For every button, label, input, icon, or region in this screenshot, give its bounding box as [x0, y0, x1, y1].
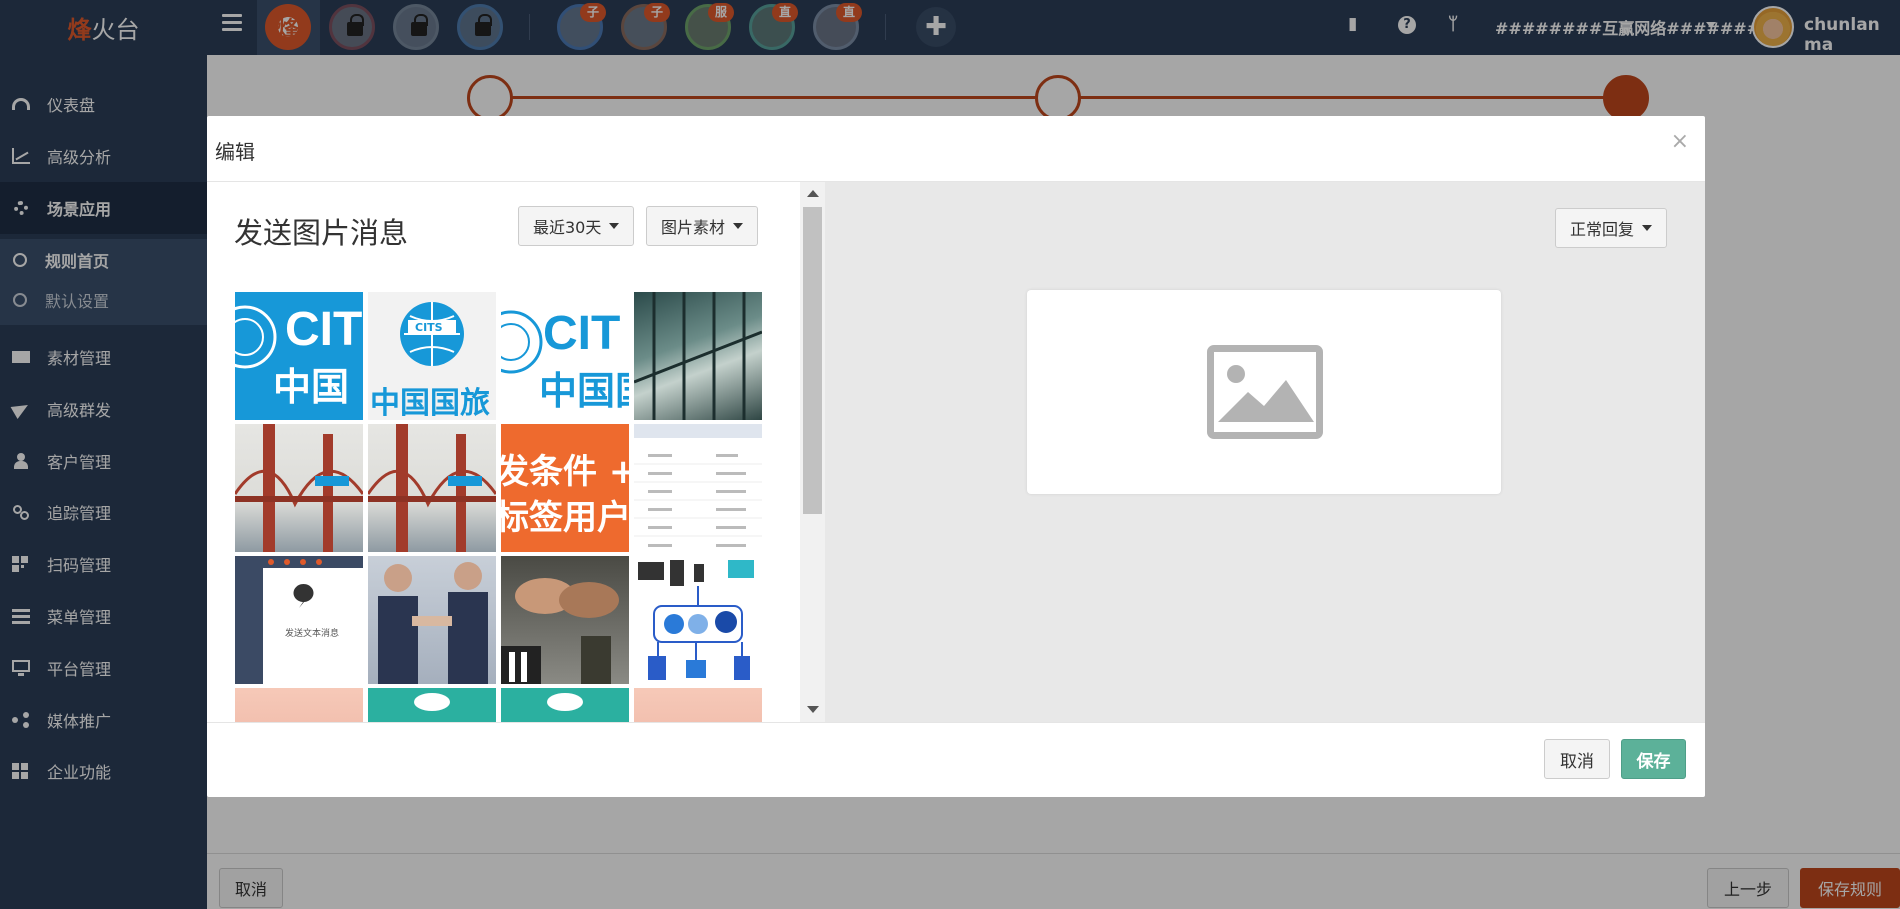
reply-mode-dropdown[interactable]: 正常回复	[1555, 208, 1668, 248]
thumbnail-text: 中国	[273, 365, 350, 409]
image-thumbnail[interactable]	[634, 424, 762, 552]
image-thumbnail[interactable]	[634, 688, 762, 722]
save-button[interactable]: 保存	[1621, 739, 1686, 779]
divider	[207, 722, 1705, 723]
bridge-image	[368, 424, 496, 552]
fists-photo	[501, 578, 619, 684]
thumbnail-text: 中国国	[539, 369, 629, 413]
pane-title: 发送图片消息	[234, 216, 409, 250]
handshake-photo	[378, 562, 488, 684]
thumbnail-text: 中国国旅	[370, 386, 490, 420]
image-thumbnail[interactable]: CITS 中国国旅	[368, 292, 496, 420]
dropdown-label: 图片素材	[661, 218, 726, 237]
bridge-image	[235, 424, 363, 552]
thumbnail-text: CIT	[285, 303, 363, 356]
close-icon[interactable]: ×	[1671, 129, 1689, 154]
thumbnail-text: CIT	[543, 307, 621, 360]
image-placeholder-icon	[1207, 345, 1323, 439]
image-thumbnail[interactable]	[368, 556, 496, 684]
image-thumbnail[interactable]: CIT 中国国	[501, 292, 629, 420]
chat-screenshot	[235, 556, 363, 684]
thumbnail-text: 发条件 +	[501, 452, 629, 492]
chevron-down-icon	[1642, 225, 1653, 231]
source-dropdown[interactable]: 图片素材	[646, 206, 759, 246]
image-thumbnail[interactable]: 发送文本消息	[235, 556, 363, 684]
image-thumbnail[interactable]	[501, 556, 629, 684]
dropdown-label: 最近30天	[533, 218, 602, 237]
image-thumbnail[interactable]	[634, 292, 762, 420]
photo-image	[634, 292, 762, 420]
image-thumbnail[interactable]: CIT 中国	[235, 292, 363, 420]
scroll-down-icon[interactable]	[807, 706, 819, 713]
modal-title: 编辑	[215, 140, 255, 164]
image-thumbnail[interactable]	[368, 424, 496, 552]
network-diagram	[638, 560, 754, 680]
image-thumbnail[interactable]	[634, 556, 762, 684]
image-picker-pane: 发送图片消息 最近30天 图片素材 CIT 中国 CITS 中国国旅 CIT 中…	[207, 182, 800, 722]
cancel-button[interactable]: 取消	[1544, 739, 1610, 779]
thumbnail-text: 发送文本消息	[285, 629, 340, 639]
image-thumbnail[interactable]: 发条件 + 标签用户	[501, 424, 629, 552]
cloud-icon	[414, 693, 450, 711]
image-thumbnail[interactable]	[235, 688, 363, 722]
image-thumbnail[interactable]	[235, 424, 363, 552]
preview-pane: 正常回复	[825, 182, 1705, 722]
image-list-scrollbar[interactable]	[800, 182, 825, 722]
edit-modal: 编辑 × 发送图片消息 最近30天 图片素材 CIT 中国 CITS 中国国旅 …	[207, 116, 1705, 797]
cloud-icon	[547, 693, 583, 711]
chevron-down-icon	[609, 223, 620, 229]
image-thumbnail[interactable]	[368, 688, 496, 722]
date-range-dropdown[interactable]: 最近30天	[518, 206, 635, 246]
chevron-down-icon	[733, 223, 744, 229]
thumbnail-text: CITS	[415, 321, 443, 334]
scrollbar-thumb[interactable]	[803, 207, 822, 514]
scroll-up-icon[interactable]	[807, 190, 819, 197]
image-thumbnail[interactable]	[501, 688, 629, 722]
image-preview-card	[1027, 290, 1501, 494]
dropdown-label: 正常回复	[1570, 220, 1635, 239]
thumbnail-text: 标签用户	[501, 498, 629, 538]
table-screenshot	[634, 424, 762, 547]
